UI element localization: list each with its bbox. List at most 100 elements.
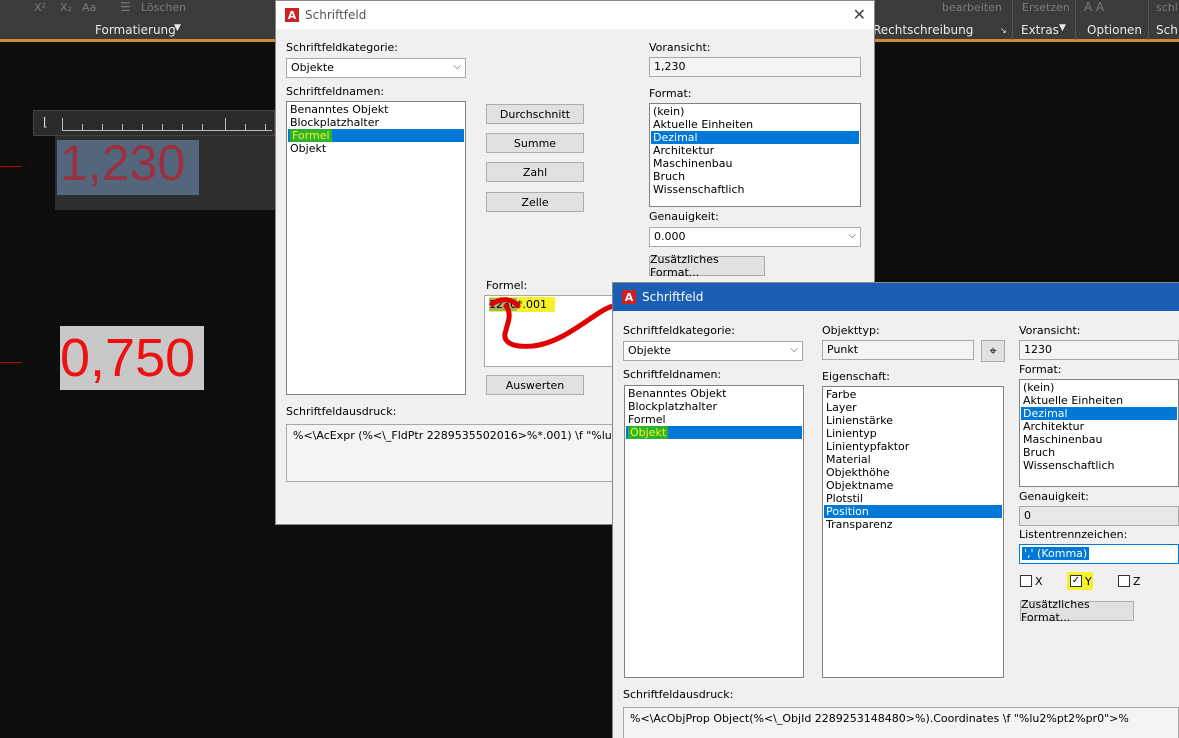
list-item-selected[interactable]: Formel xyxy=(288,129,464,142)
close-icon[interactable]: ✕ xyxy=(853,5,866,24)
chevron-down-icon: ⌵ xyxy=(848,230,856,241)
list-item[interactable]: Farbe xyxy=(824,388,1002,401)
list-item[interactable]: Linientypfaktor xyxy=(824,440,1002,453)
eigenschaft-list[interactable]: Farbe Layer Linienstärke Linientyp Linie… xyxy=(822,386,1004,678)
list-item[interactable]: Wissenschaftlich xyxy=(1021,459,1177,472)
dialog-titlebar[interactable]: A Schriftfeld ✕ xyxy=(276,1,874,29)
format-label: Format: xyxy=(649,87,692,100)
formatierung-panel[interactable]: Formatierung xyxy=(95,23,176,37)
objekttyp-field: Punkt xyxy=(822,340,974,360)
z-checkbox[interactable] xyxy=(1118,575,1130,587)
list-item-selected[interactable]: Dezimal xyxy=(651,131,859,144)
list-item[interactable]: Blockplatzhalter xyxy=(626,400,802,413)
kategorie-select[interactable]: Objekte ⌵ xyxy=(623,341,803,361)
loeschen-button[interactable]: Löschen xyxy=(141,1,186,14)
list-item[interactable]: Plotstil xyxy=(824,492,1002,505)
list-item[interactable]: Architektur xyxy=(1021,420,1177,433)
format-label: Format: xyxy=(1019,363,1062,376)
namen-list[interactable]: Benanntes Objekt Blockplatzhalter Formel… xyxy=(286,101,466,395)
ruler-track xyxy=(62,117,272,131)
chevron-down-icon: ⌵ xyxy=(453,61,461,72)
zusaetzliches-format-button[interactable]: Zusätzliches Format... xyxy=(649,253,765,279)
genauigkeit-label: Genauigkeit: xyxy=(649,210,719,223)
subscript-button[interactable]: X₂ xyxy=(60,1,72,14)
auswerten-button[interactable]: Auswerten xyxy=(486,375,584,395)
list-item-selected[interactable]: Position xyxy=(824,505,1002,518)
optionen-panel[interactable]: Optionen xyxy=(1087,23,1142,37)
kategorie-value: Objekte xyxy=(628,344,671,357)
list-item[interactable]: Bruch xyxy=(651,170,859,183)
zahl-button[interactable]: Zahl xyxy=(486,162,584,182)
schliessen-panel[interactable]: Schl xyxy=(1156,23,1179,37)
genauigkeit-label: Genauigkeit: xyxy=(1019,490,1089,503)
format-list[interactable]: (kein) Aktuelle Einheiten Dezimal Archit… xyxy=(1019,379,1179,487)
genauigkeit-select[interactable]: 0.000 ⌵ xyxy=(649,227,861,247)
list-item[interactable]: Aktuelle Einheiten xyxy=(1021,394,1177,407)
list-item[interactable]: (kein) xyxy=(1021,381,1177,394)
list-item[interactable]: Formel xyxy=(626,413,802,426)
durchschnitt-button[interactable]: Durchschnitt xyxy=(486,104,584,124)
list-item[interactable]: Benanntes Objekt xyxy=(288,103,464,116)
list-item[interactable]: Aktuelle Einheiten xyxy=(651,118,859,131)
list-item[interactable]: Wissenschaftlich xyxy=(651,183,859,196)
superscript-button[interactable]: X² xyxy=(34,1,46,14)
list-item[interactable]: Linienstärke xyxy=(824,414,1002,427)
list-item[interactable]: (kein) xyxy=(651,105,859,118)
list-item[interactable]: Maschinenbau xyxy=(1021,433,1177,446)
list-item[interactable]: Architektur xyxy=(651,144,859,157)
genauigkeit-select[interactable]: 0 xyxy=(1019,506,1179,526)
namen-list[interactable]: Benanntes Objekt Blockplatzhalter Formel… xyxy=(624,385,804,678)
kategorie-select[interactable]: Objekte ⌵ xyxy=(286,58,466,78)
extras-panel[interactable]: Extras xyxy=(1021,23,1059,37)
ribbon-separator xyxy=(1075,0,1076,40)
listentrenn-select[interactable]: ',' (Komma) xyxy=(1019,544,1179,564)
genauigkeit-value: 0.000 xyxy=(654,230,686,243)
autocad-logo-icon: A xyxy=(285,8,299,22)
tab-stop-icon[interactable]: ⌊ xyxy=(43,115,48,129)
namen-label: Schriftfeldnamen: xyxy=(286,85,385,98)
format-list[interactable]: (kein) Aktuelle Einheiten Dezimal Archit… xyxy=(649,103,861,207)
list-item[interactable]: Bruch xyxy=(1021,446,1177,459)
ribbon-separator xyxy=(1012,0,1013,40)
field-value-2[interactable]: 0,750 xyxy=(60,326,195,390)
x-label: X xyxy=(1035,575,1043,588)
rechtschreibung-panel[interactable]: Rechtschreibung xyxy=(873,23,973,37)
list-item-label: Objekt xyxy=(628,426,669,439)
list-item[interactable]: Layer xyxy=(824,401,1002,414)
zusaetzliches-format-button[interactable]: Zusätzliches Format... xyxy=(1020,598,1134,624)
list-item[interactable]: Blockplatzhalter xyxy=(288,116,464,129)
dialog-launcher-icon[interactable]: ↘ xyxy=(1000,26,1007,35)
schliessen-label-top: schl xyxy=(1156,1,1178,14)
ersetzen-button[interactable]: Ersetzen xyxy=(1022,1,1070,14)
list-item[interactable]: Objektname xyxy=(824,479,1002,492)
x-checkbox[interactable] xyxy=(1020,575,1032,587)
list-item[interactable]: Objekt xyxy=(288,142,464,155)
chevron-down-icon: ⌵ xyxy=(790,344,798,355)
dialog-title: Schriftfeld xyxy=(305,8,367,22)
select-object-icon[interactable]: ⌖ xyxy=(981,340,1005,362)
y-checkbox[interactable]: ✓ xyxy=(1070,575,1082,587)
kategorie-label: Schriftfeldkategorie: xyxy=(623,324,736,337)
list-item[interactable]: Linientyp xyxy=(824,427,1002,440)
list-item-selected[interactable]: Dezimal xyxy=(1021,407,1177,420)
bearbeiten-label: bearbeiten xyxy=(942,1,1002,14)
list-item[interactable]: Material xyxy=(824,453,1002,466)
zelle-button[interactable]: Zelle xyxy=(486,192,584,212)
chevron-down-icon: ▼ xyxy=(174,23,181,33)
text-size-icon[interactable]: A A xyxy=(1084,0,1104,14)
voransicht-field: 1230 xyxy=(1019,340,1179,360)
mtext-ruler[interactable]: ⌊ xyxy=(33,110,275,136)
list-item[interactable]: Transparenz xyxy=(824,518,1002,531)
list-item[interactable]: Benanntes Objekt xyxy=(626,387,802,400)
annotation-arrow xyxy=(489,297,617,349)
list-item-selected[interactable]: Objekt xyxy=(626,426,802,439)
summe-button[interactable]: Summe xyxy=(486,133,584,153)
case-button[interactable]: Aa xyxy=(82,1,96,14)
dialog-titlebar[interactable]: A Schriftfeld xyxy=(613,283,1179,311)
eraser-icon[interactable]: ☰ xyxy=(120,0,131,14)
list-item[interactable]: Maschinenbau xyxy=(651,157,859,170)
voransicht-field: 1,230 xyxy=(649,57,861,77)
list-item[interactable]: Objekthöhe xyxy=(824,466,1002,479)
schriftfeld-dialog-front[interactable]: A Schriftfeld Schriftfeldkategorie: Obje… xyxy=(612,282,1179,738)
field-value-1[interactable]: 1,230 xyxy=(60,134,185,192)
